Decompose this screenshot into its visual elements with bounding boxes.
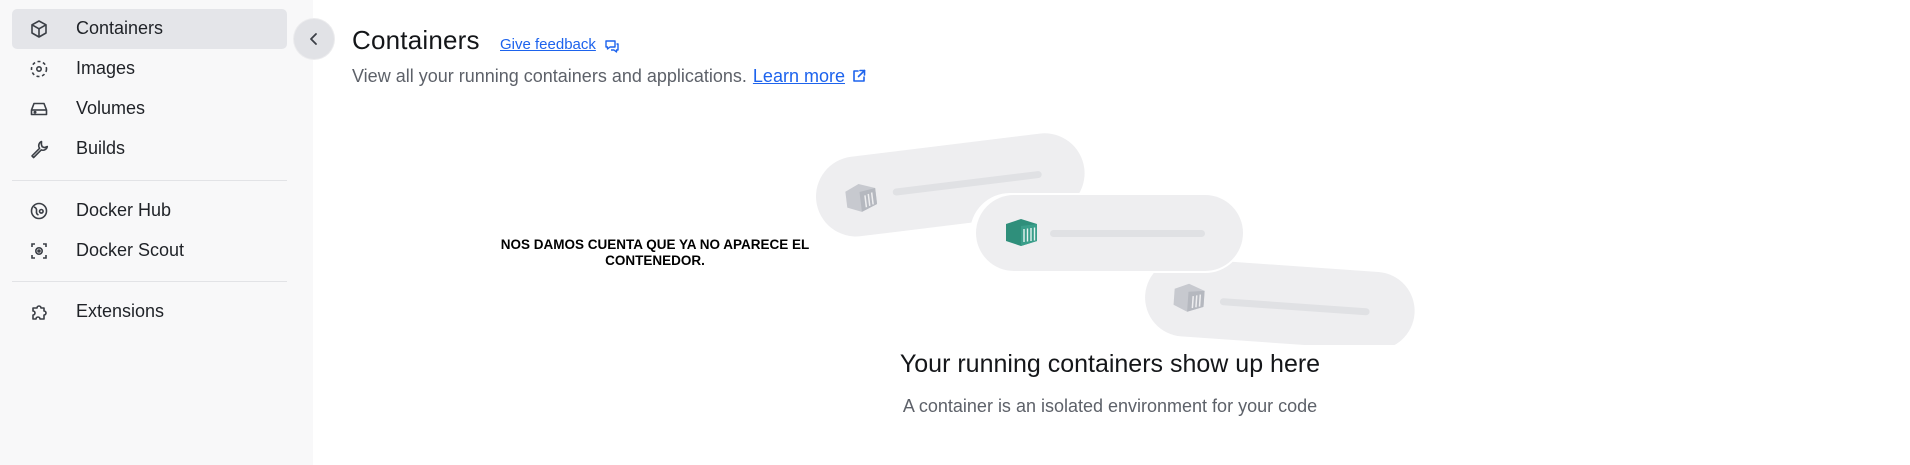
give-feedback-link[interactable]: Give feedback xyxy=(500,36,596,53)
sidebar-item-containers[interactable]: Containers xyxy=(12,9,287,49)
wrench-icon xyxy=(29,139,49,159)
sidebar-item-label: Containers xyxy=(76,18,164,38)
empty-state-subtitle: A container is an isolated environment f… xyxy=(902,396,1318,416)
sidebar-divider xyxy=(12,180,287,181)
collapse-sidebar-button[interactable] xyxy=(294,19,334,59)
sidebar-item-label: Builds xyxy=(76,138,126,158)
chevron-left-icon xyxy=(310,33,317,45)
sidebar-item-label: Docker Scout xyxy=(76,240,185,260)
sidebar: Containers Images Volumes Builds Docker … xyxy=(0,0,313,465)
empty-state-title: Your running containers show up here xyxy=(899,350,1321,378)
sidebar-item-volumes[interactable]: Volumes xyxy=(12,89,287,129)
learn-more-link[interactable]: Learn more xyxy=(753,66,845,86)
sidebar-item-images[interactable]: Images xyxy=(12,49,287,89)
images-icon xyxy=(29,59,49,79)
sidebar-item-extensions[interactable]: Extensions xyxy=(12,292,287,332)
page-subtitle: View all your running containers and app… xyxy=(352,66,867,87)
page-title: Containers xyxy=(352,25,480,55)
sidebar-item-label: Volumes xyxy=(76,98,146,118)
sidebar-divider xyxy=(12,281,287,282)
sidebar-item-label: Images xyxy=(76,58,136,78)
empty-state-illustration xyxy=(816,133,1415,345)
sidebar-item-label: Docker Hub xyxy=(76,200,172,220)
container-icon-active xyxy=(1006,219,1037,246)
docker-scout-icon xyxy=(29,241,49,261)
sidebar-item-docker-scout[interactable]: Docker Scout xyxy=(12,231,287,271)
sidebar-item-builds[interactable]: Builds xyxy=(12,129,287,169)
puzzle-icon xyxy=(29,302,49,322)
feedback-icon[interactable] xyxy=(604,38,620,54)
annotation-note: NOS DAMOS CUENTA QUE YA NO APARECE EL CO… xyxy=(500,237,810,268)
sidebar-item-label: Extensions xyxy=(76,301,165,321)
cube-icon xyxy=(29,19,49,39)
sidebar-item-docker-hub[interactable]: Docker Hub xyxy=(12,191,287,231)
subtitle-text: View all your running containers and app… xyxy=(352,66,747,86)
docker-hub-icon xyxy=(29,201,49,221)
container-card-front xyxy=(970,193,1245,273)
external-link-icon[interactable] xyxy=(851,68,867,84)
volumes-icon xyxy=(29,99,49,119)
